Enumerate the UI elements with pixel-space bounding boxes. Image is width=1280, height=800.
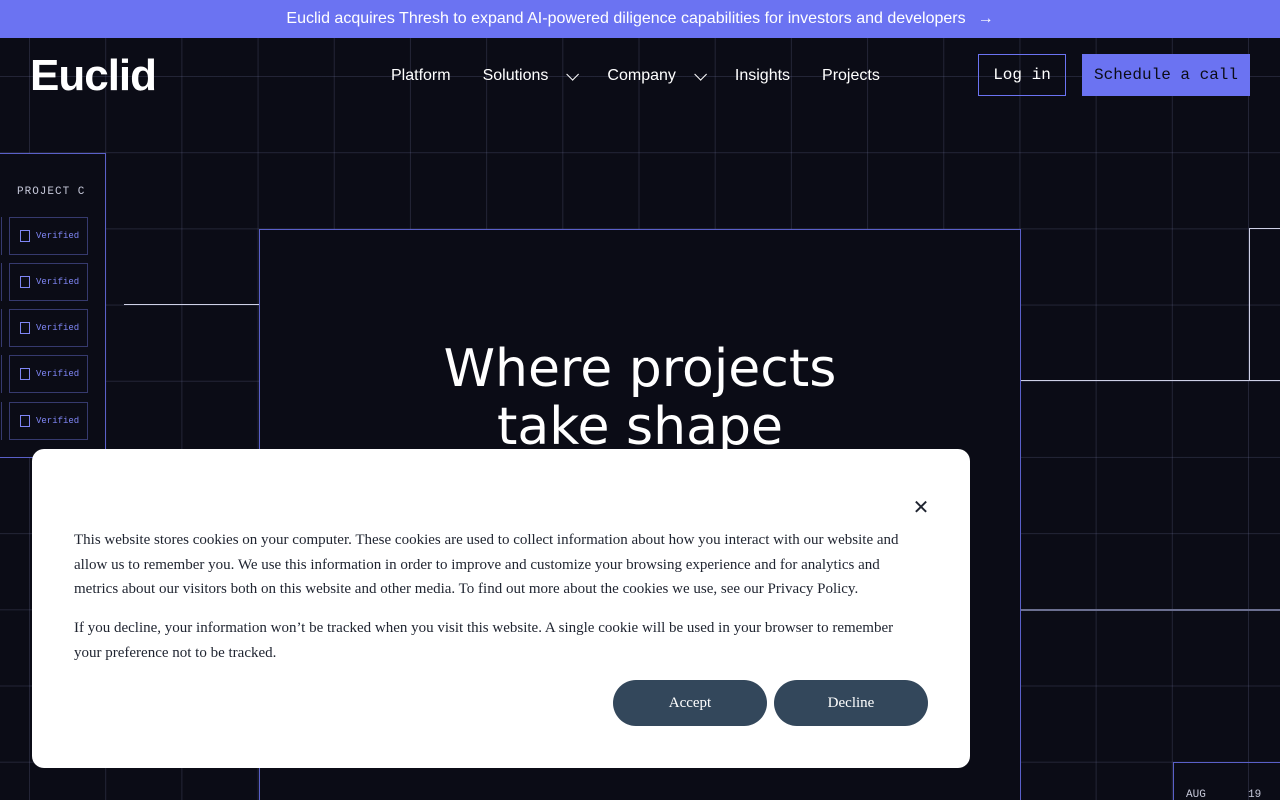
verified-label: Verified: [36, 323, 80, 333]
project-panel: PROJECT C Verified Verified Verified Ver…: [0, 153, 106, 458]
arrow-right-icon: →: [977, 10, 994, 27]
item-edge: [0, 402, 2, 440]
nav-company[interactable]: Company: [607, 67, 707, 85]
document-check-icon: [20, 322, 30, 334]
cookie-banner: ✕ This website stores cookies on your co…: [32, 449, 970, 768]
verified-label: Verified: [36, 277, 80, 287]
nav-platform[interactable]: Platform: [391, 67, 451, 85]
chevron-down-icon: [694, 67, 707, 81]
document-check-icon: [20, 415, 30, 427]
schedule-call-button[interactable]: Schedule a call: [1082, 54, 1250, 96]
nav-label: Company: [607, 67, 676, 84]
decline-button[interactable]: Decline: [774, 680, 928, 726]
verified-item: Verified: [9, 217, 88, 255]
verified-label: Verified: [36, 369, 80, 379]
main-nav: Platform Solutions Company Insights Proj…: [391, 38, 880, 114]
document-check-icon: [20, 368, 30, 380]
hero-title: Where projects take shape: [259, 340, 1021, 456]
document-check-icon: [20, 230, 30, 242]
item-edge: [0, 217, 2, 255]
date-day: 19: [1248, 789, 1262, 800]
nav-label: Projects: [822, 67, 880, 84]
hero-title-line1: Where projects: [443, 339, 837, 399]
item-edge: [0, 263, 2, 301]
nav-solutions[interactable]: Solutions: [482, 67, 580, 85]
verified-label: Verified: [36, 231, 80, 241]
verified-item: Verified: [9, 402, 88, 440]
nav-label: Insights: [734, 67, 791, 84]
project-label: PROJECT C: [17, 186, 86, 198]
connector-line: [124, 304, 259, 305]
verified-item: Verified: [9, 309, 88, 347]
close-icon[interactable]: ✕: [909, 495, 933, 519]
cookie-text: This website stores cookies on your comp…: [74, 532, 899, 597]
nav-projects[interactable]: Projects: [822, 67, 880, 85]
decor-line: [1021, 380, 1250, 381]
verified-label: Verified: [36, 416, 80, 426]
hero-title-line2: take shape: [497, 397, 783, 457]
verified-item: Verified: [9, 355, 88, 393]
nav-label: Platform: [391, 67, 451, 84]
decor-box: [1249, 228, 1280, 381]
document-check-icon: [20, 276, 30, 288]
cookie-text-decline-info: If you decline, your information won’t b…: [74, 620, 894, 661]
chevron-down-icon: [566, 67, 580, 81]
date-card: AUG 19: [1173, 762, 1280, 800]
verified-item: Verified: [9, 263, 88, 301]
euclid-logo[interactable]: Euclid: [30, 54, 157, 98]
date-month: AUG: [1186, 789, 1206, 800]
accept-button[interactable]: Accept: [613, 680, 767, 726]
announcement-text: Euclid acquires Thresh to expand AI-powe…: [286, 10, 966, 27]
nav-insights[interactable]: Insights: [735, 67, 790, 85]
announcement-bar[interactable]: Euclid acquires Thresh to expand AI-powe…: [0, 0, 1280, 38]
nav-label: Solutions: [482, 67, 549, 84]
login-button[interactable]: Log in: [978, 54, 1066, 96]
site-header: Euclid Platform Solutions Company Insigh…: [0, 38, 1280, 114]
decor-line: [1021, 609, 1280, 611]
item-edge: [0, 355, 2, 393]
item-edge: [0, 309, 2, 347]
